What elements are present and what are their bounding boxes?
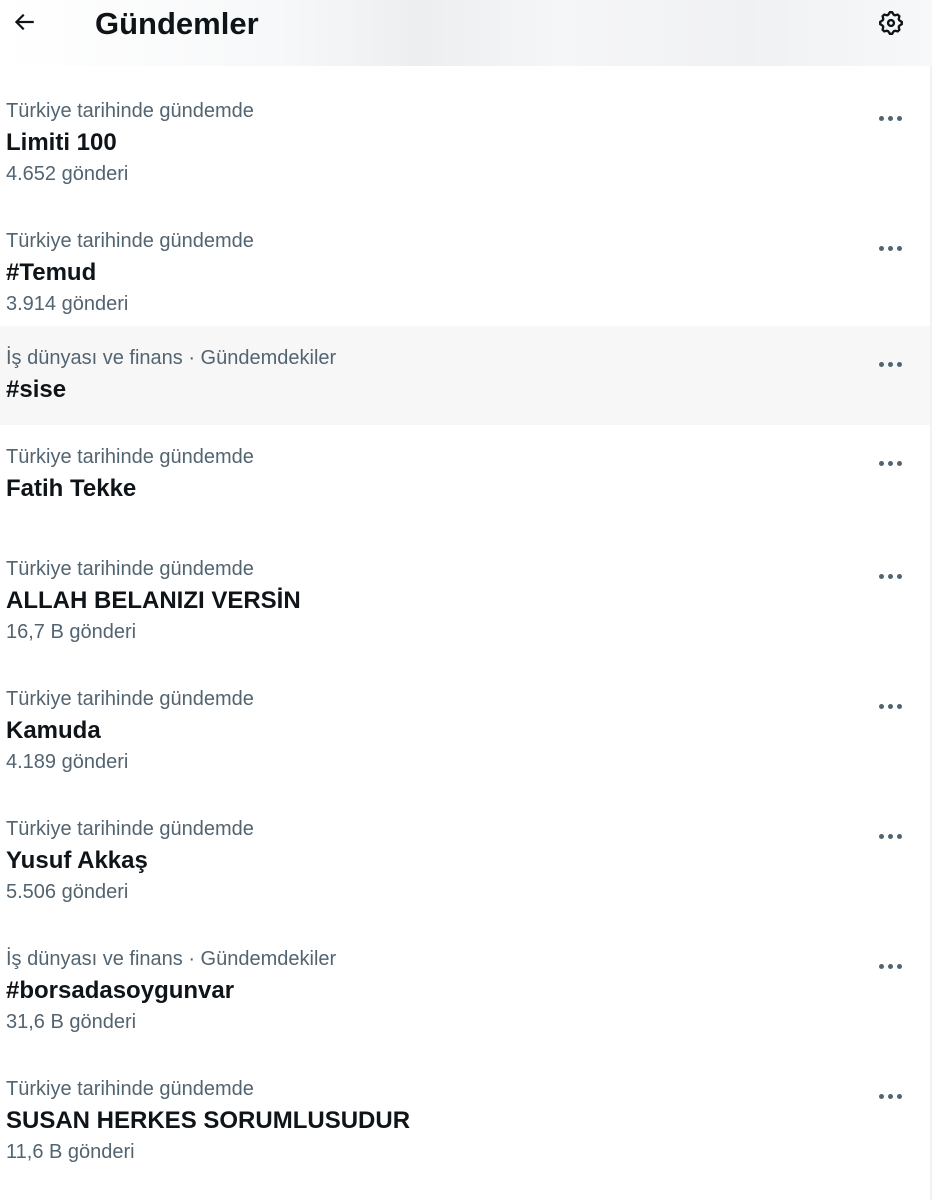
- trend-more-button[interactable]: [870, 556, 910, 596]
- more-horizontal-icon: [877, 115, 904, 121]
- trend-more-button[interactable]: [870, 98, 910, 138]
- trend-more-button[interactable]: [870, 443, 910, 483]
- trend-name: #borsadasoygunvar: [6, 977, 235, 1004]
- trend-name: Fatih Tekke: [6, 475, 137, 502]
- trend-context: Türkiye tarihinde gündemde: [6, 688, 254, 710]
- trend-name: Yusuf Akkaş: [6, 847, 148, 874]
- trend-post-count: 16,7 B gönderi: [6, 621, 137, 643]
- more-horizontal-icon: [877, 573, 904, 579]
- trend-post-count: 4.652 gönderi: [6, 163, 129, 185]
- trend-item[interactable]: İş dünyası ve finans · Gündemdekiler #si…: [0, 326, 930, 425]
- trend-context: Türkiye tarihinde gündemde: [6, 818, 254, 840]
- back-button[interactable]: [6, 6, 42, 42]
- trend-item[interactable]: Türkiye tarihinde gündemde ALLAH BELANIZ…: [0, 524, 930, 654]
- trend-more-button[interactable]: [870, 946, 910, 986]
- trend-more-button[interactable]: [870, 816, 910, 856]
- trend-post-count: 3.914 gönderi: [6, 293, 129, 315]
- trend-more-button[interactable]: [870, 228, 910, 268]
- more-horizontal-icon: [877, 963, 904, 969]
- trend-item[interactable]: Türkiye tarihinde gündemde Yusuf Akkaş 5…: [0, 784, 930, 914]
- trend-post-count: 11,6 B gönderi: [6, 1141, 135, 1163]
- trend-context: Türkiye tarihinde gündemde: [6, 446, 254, 468]
- more-horizontal-icon: [877, 361, 904, 367]
- trend-name: SUSAN HERKES SORUMLUSUDUR: [6, 1107, 411, 1134]
- trend-context: Türkiye tarihinde gündemde: [6, 230, 254, 252]
- more-horizontal-icon: [877, 460, 904, 466]
- trend-context: İş dünyası ve finans · Gündemdekiler: [6, 347, 337, 369]
- more-horizontal-icon: [877, 833, 904, 839]
- trend-item[interactable]: Türkiye tarihinde gündemde Fatih Tekke: [0, 425, 930, 524]
- more-horizontal-icon: [877, 703, 904, 709]
- trend-item[interactable]: Türkiye tarihinde gündemde Kamuda 4.189 …: [0, 654, 930, 784]
- more-horizontal-icon: [877, 1093, 904, 1099]
- trend-name: Limiti 100: [6, 129, 117, 156]
- top-bar: Gündemler: [0, 0, 932, 66]
- trend-name: ALLAH BELANIZI VERSİN: [6, 587, 301, 614]
- gear-icon: [877, 9, 905, 42]
- trend-name: Kamuda: [6, 717, 101, 744]
- arrow-left-icon: [11, 9, 37, 40]
- trend-context: İş dünyası ve finans · Gündemdekiler: [6, 948, 337, 970]
- trend-post-count: 31,6 B gönderi: [6, 1011, 137, 1033]
- trend-more-button[interactable]: [870, 1076, 910, 1116]
- page-title: Gündemler: [95, 6, 259, 41]
- trends-list: Türkiye tarihinde gündemde Limiti 100 4.…: [0, 66, 930, 1174]
- trend-more-button[interactable]: [870, 344, 910, 384]
- trend-post-count: 4.189 gönderi: [6, 751, 129, 773]
- trend-item[interactable]: Türkiye tarihinde gündemde Limiti 100 4.…: [0, 66, 930, 196]
- column-divider: [930, 66, 932, 1200]
- trend-name: #sise: [6, 376, 67, 403]
- trend-more-button[interactable]: [870, 686, 910, 726]
- more-horizontal-icon: [877, 245, 904, 251]
- trend-item[interactable]: Türkiye tarihinde gündemde SUSAN HERKES …: [0, 1044, 930, 1174]
- trend-context: Türkiye tarihinde gündemde: [6, 100, 254, 122]
- trend-context: Türkiye tarihinde gündemde: [6, 1078, 254, 1100]
- trend-context: Türkiye tarihinde gündemde: [6, 558, 254, 580]
- trend-item[interactable]: Türkiye tarihinde gündemde #Temud 3.914 …: [0, 196, 930, 326]
- trend-name: #Temud: [6, 259, 97, 286]
- trend-post-count: 5.506 gönderi: [6, 881, 129, 903]
- settings-button[interactable]: [872, 6, 910, 44]
- trend-item[interactable]: İş dünyası ve finans · Gündemdekiler #bo…: [0, 914, 930, 1044]
